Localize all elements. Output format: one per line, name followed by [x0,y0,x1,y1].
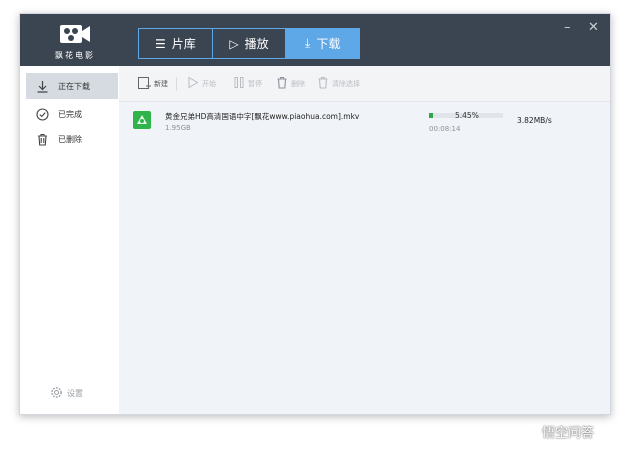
elapsed-time: 00:08:14 [429,125,461,133]
download-icon: ⤓ [305,36,311,50]
pause-label: 暂停 [248,79,262,88]
watermark-logo-icon [524,422,538,441]
new-label: 新建 [154,80,168,88]
toolbar-divider [176,77,177,91]
app-window: 飘花电影 ☰ 片库 ▷ 播放 ⤓ 下载 – ✕ 正在下载 已完成 已删除 设置 … [19,13,611,415]
sidebar: 正在下载 已完成 已删除 设置 [20,66,119,414]
sidebar-item-label: 正在下载 [58,81,90,91]
file-size: 1.95GB [165,124,191,132]
tab-download[interactable]: ⤓ 下载 [285,29,360,58]
logo-text: 飘花电影 [55,51,95,60]
delete-button[interactable]: 删除 [276,76,305,91]
settings-label: 设置 [67,389,83,398]
watermark-text: 悟空问答 [542,426,595,441]
minimize-button[interactable]: – [564,20,571,35]
pause-button[interactable]: 暂停 [233,76,262,91]
clear-label: 清除选择 [332,79,360,88]
trash-icon [276,76,288,91]
pause-icon [233,76,245,91]
settings-button[interactable]: 设置 [50,386,83,401]
video-file-icon [133,111,151,129]
clear-selection-button[interactable]: 清除选择 [317,76,360,91]
download-speed: 3.82MB/s [517,116,552,125]
download-row[interactable]: 黄金兄弟HD高清国语中字[飘花www.piaohua.com].mkv 1.95… [119,102,610,142]
tab-label: 播放 [244,37,269,51]
film-reel-icon [60,25,90,43]
tab-play[interactable]: ▷ 播放 [211,29,286,58]
menu-icon: ☰ [154,36,166,51]
sidebar-item-downloading[interactable]: 正在下载 [26,73,118,99]
start-label: 开始 [202,79,216,88]
sidebar-item-completed[interactable]: 已完成 [26,101,118,127]
clear-icon [317,76,329,91]
progress-percent: 5.45% [455,111,479,120]
main-tabs: ☰ 片库 ▷ 播放 ⤓ 下载 [138,28,360,59]
tab-library[interactable]: ☰ 片库 [139,29,212,58]
play-icon: ▷ [229,36,239,51]
trash-icon [34,131,50,147]
check-circle-icon [34,106,50,122]
gear-icon [50,386,63,401]
tab-label: 下载 [316,37,341,51]
tab-label: 片库 [171,37,196,51]
delete-label: 删除 [291,79,305,88]
sidebar-item-deleted[interactable]: 已删除 [26,126,118,152]
start-button[interactable]: 开始 [187,76,216,91]
sidebar-item-label: 已删除 [58,134,82,144]
progress-fill [429,113,434,118]
toolbar: 新建 开始 暂停 删除 清除选择 [119,66,610,102]
sidebar-item-label: 已完成 [58,109,82,119]
watermark: 悟空问答 [524,422,594,441]
download-icon [34,78,50,94]
play-icon [187,76,199,91]
download-list: 黄金兄弟HD高清国语中字[飘花www.piaohua.com].mkv 1.95… [119,102,610,414]
close-button[interactable]: ✕ [588,20,599,35]
new-task-button[interactable]: 新建 [137,76,168,92]
new-file-icon [137,76,151,92]
app-logo: 飘花电影 [52,22,98,62]
file-name: 黄金兄弟HD高清国语中字[飘花www.piaohua.com].mkv [165,112,360,121]
title-bar: 飘花电影 ☰ 片库 ▷ 播放 ⤓ 下载 – ✕ [20,14,610,66]
